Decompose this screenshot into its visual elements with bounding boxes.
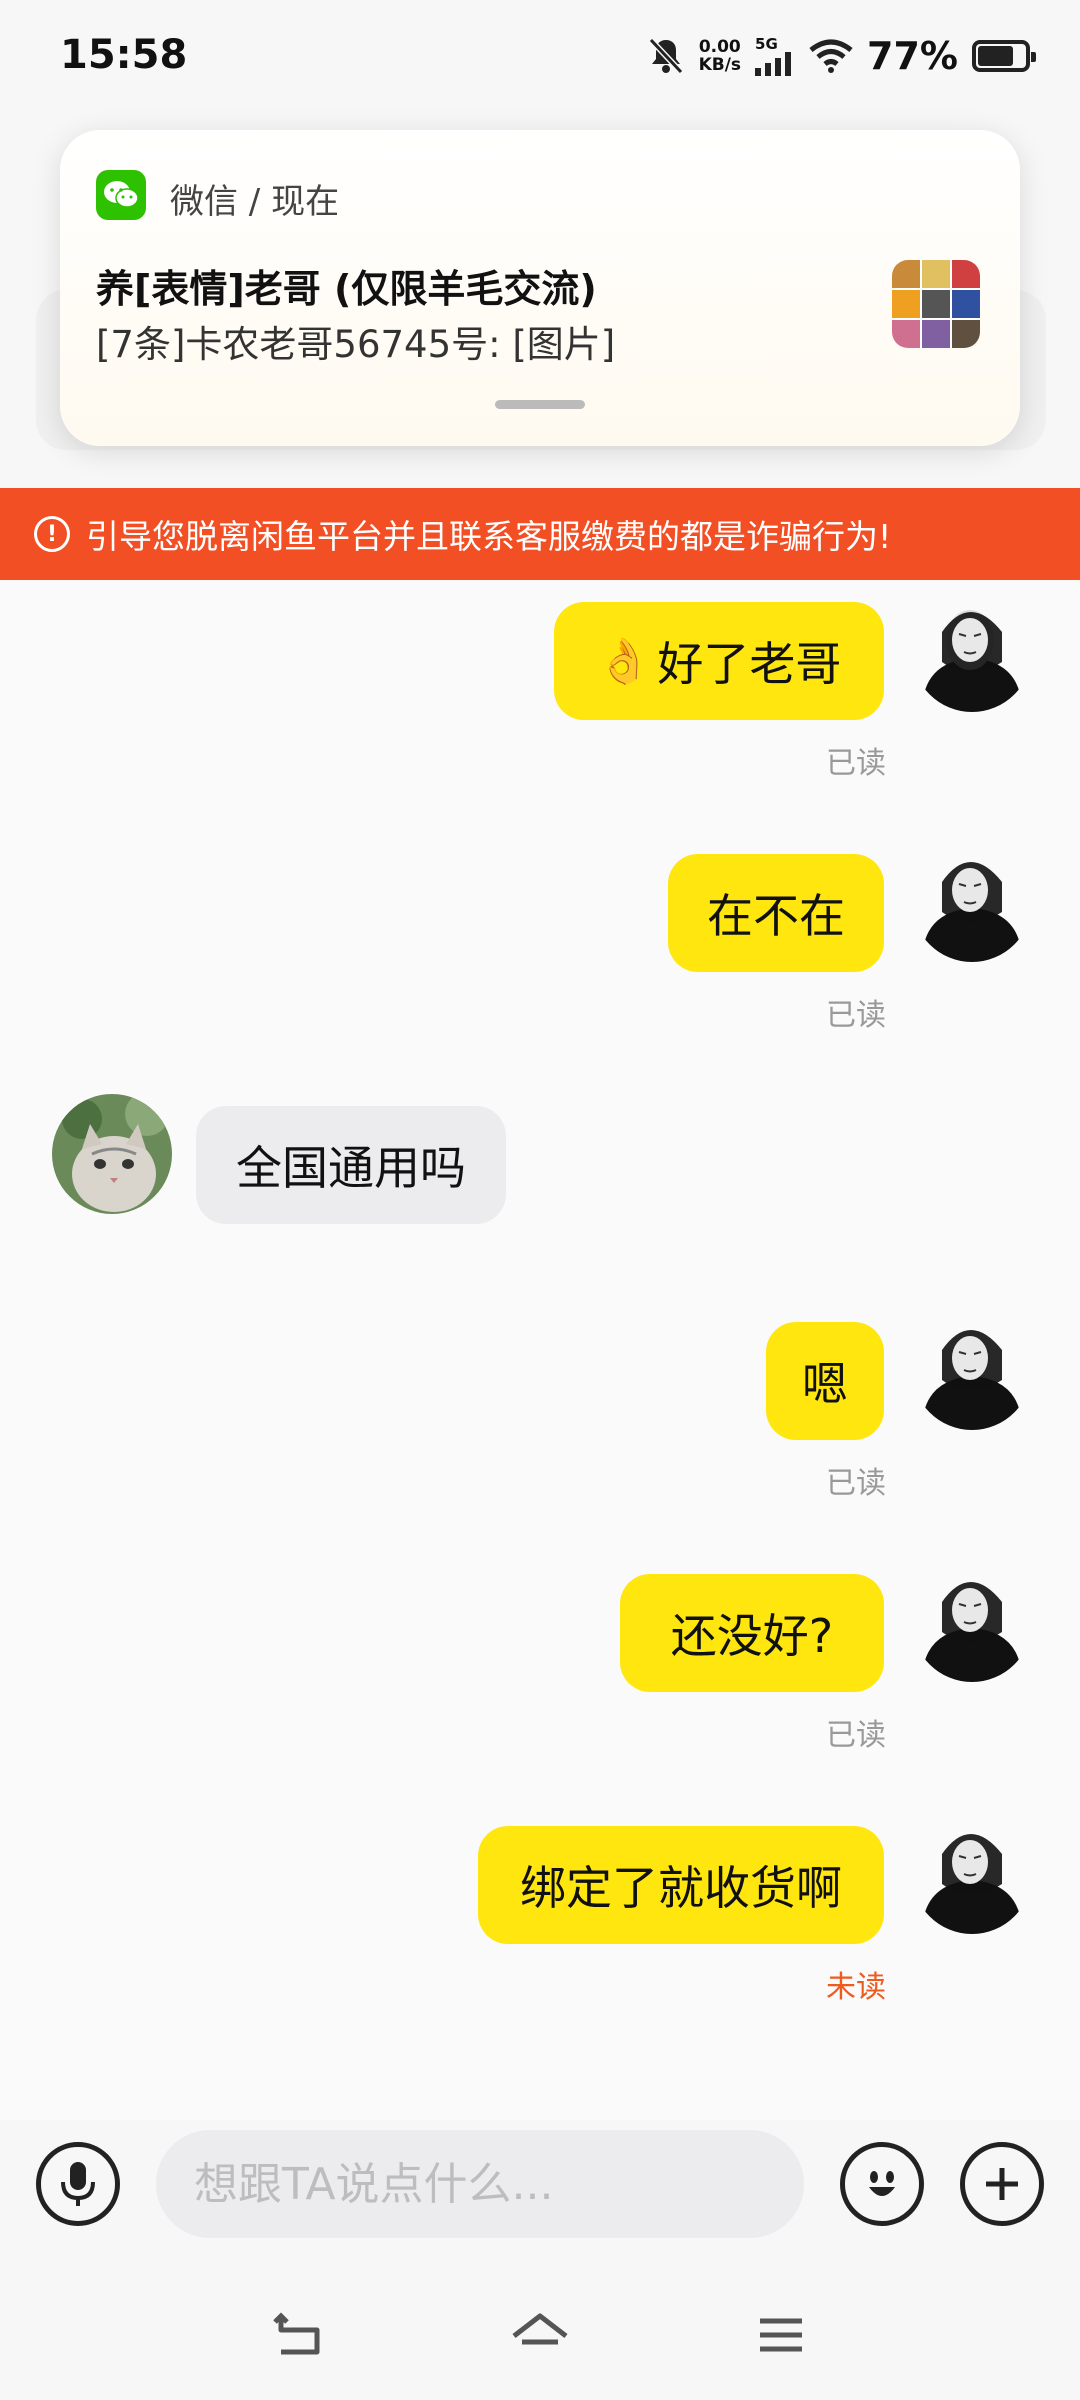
home-button[interactable] xyxy=(505,2300,575,2370)
message-text: 还没好? xyxy=(670,1609,834,1663)
battery-icon xyxy=(972,40,1036,72)
message-text: 好了老哥 xyxy=(657,637,842,691)
menu-icon xyxy=(760,2318,802,2352)
network-type: 5G xyxy=(755,34,778,53)
status-time: 15:58 xyxy=(60,32,188,78)
message-text: 在不在 xyxy=(707,889,845,943)
message-text: 全国通用吗 xyxy=(236,1141,466,1195)
back-button[interactable] xyxy=(264,2300,334,2370)
read-status: 已读 xyxy=(826,1466,886,1501)
more-actions-button[interactable] xyxy=(960,2142,1044,2226)
net-speed-unit: KB/s xyxy=(698,55,742,75)
system-navigation-bar xyxy=(0,2270,1080,2400)
my-avatar[interactable] xyxy=(912,842,1032,962)
message-input[interactable] xyxy=(156,2130,804,2238)
plus-icon xyxy=(986,2168,1018,2200)
message-bubble-sent[interactable]: 还没好? xyxy=(620,1574,884,1692)
smiley-icon xyxy=(869,2171,895,2196)
chat-message-list[interactable]: 👌 好了老哥 已读 在不在 已读 全国通用吗 嗯 已读 还没好? 已读 绑定了就… xyxy=(0,580,1080,2120)
message-bubble-sent[interactable]: 👌 好了老哥 xyxy=(554,602,884,720)
mute-bell-icon xyxy=(648,37,683,75)
net-speed-value: 0.00 xyxy=(698,37,741,57)
contact-avatar[interactable] xyxy=(52,1094,172,1214)
back-icon xyxy=(273,2312,320,2355)
ok-hand-icon: 👌 xyxy=(596,636,652,687)
notification-app-line: 微信 / 现在 xyxy=(170,182,340,222)
read-status: 已读 xyxy=(826,998,886,1033)
warning-icon: ! xyxy=(34,516,70,552)
recents-button[interactable] xyxy=(746,2300,816,2370)
unread-status: 未读 xyxy=(826,1970,886,2005)
wechat-notification[interactable]: 微信 / 现在 养[表情]老哥 (仅限羊毛交流) [7条]卡农老哥56745号:… xyxy=(60,130,1020,446)
message-bubble-sent[interactable]: 嗯 xyxy=(766,1322,884,1440)
notification-body: [7条]卡农老哥56745号: [图片] xyxy=(96,323,616,366)
net-speed: 0.00 KB/s xyxy=(699,38,741,74)
message-text: 绑定了就收货啊 xyxy=(520,1861,842,1915)
microphone-icon xyxy=(61,2162,95,2206)
message-bubble-sent[interactable]: 绑定了就收货啊 xyxy=(478,1826,884,1944)
cellular-signal: 5G xyxy=(755,34,795,76)
emoji-button[interactable] xyxy=(840,2142,924,2226)
read-status: 已读 xyxy=(826,1718,886,1753)
status-bar: 15:58 0.00 KB/s 5G 77% xyxy=(0,0,1080,120)
notification-drag-handle[interactable] xyxy=(495,400,585,409)
my-avatar[interactable] xyxy=(912,1562,1032,1682)
signal-icon xyxy=(755,51,792,76)
read-status: 已读 xyxy=(826,746,886,781)
wifi-icon xyxy=(809,39,853,73)
notification-title: 养[表情]老哥 (仅限羊毛交流) xyxy=(96,267,597,311)
my-avatar[interactable] xyxy=(912,1310,1032,1430)
my-avatar[interactable] xyxy=(912,1814,1032,1934)
message-text: 嗯 xyxy=(802,1357,848,1411)
voice-input-button[interactable] xyxy=(36,2142,120,2226)
fraud-warning-banner: ! 引导您脱离闲鱼平台并且联系客服缴费的都是诈骗行为! xyxy=(0,488,1080,580)
message-input-bar xyxy=(0,2120,1080,2250)
home-icon xyxy=(512,2313,568,2345)
wechat-icon xyxy=(96,170,146,220)
warning-text: 引导您脱离闲鱼平台并且联系客服缴费的都是诈骗行为! xyxy=(86,517,892,556)
message-bubble-sent[interactable]: 在不在 xyxy=(668,854,884,972)
battery-percent: 77% xyxy=(867,34,958,78)
message-bubble-received[interactable]: 全国通用吗 xyxy=(196,1106,506,1224)
status-icons: 0.00 KB/s 5G 77% xyxy=(647,34,1036,78)
my-avatar[interactable] xyxy=(912,592,1032,712)
group-avatar-thumbnail xyxy=(892,260,980,348)
